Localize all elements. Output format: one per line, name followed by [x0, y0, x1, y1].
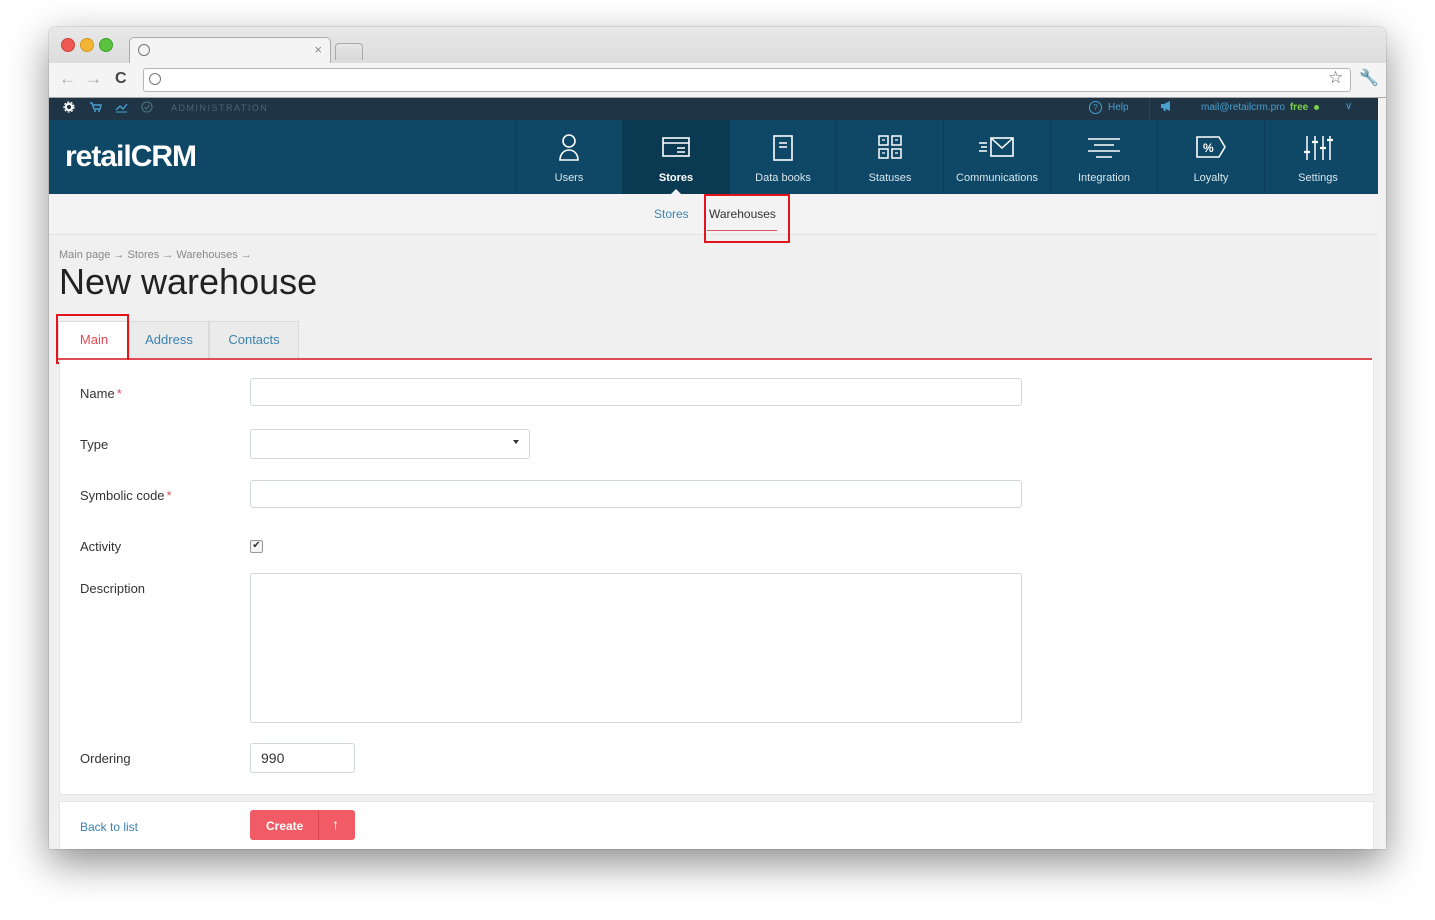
nav-label: Statuses [868, 172, 912, 184]
help-label: Help [1108, 102, 1129, 113]
forward-arrow-icon[interactable]: → [85, 69, 102, 89]
admin-bar: ADMINISTRATION ? Help mail@retailcrm.pro … [49, 98, 1378, 120]
integration-icon [1088, 138, 1120, 158]
create-button-label: Create [266, 819, 304, 833]
chevron-down-icon[interactable]: ∨ [1345, 101, 1352, 112]
account-email: mail@retailcrm.pro [1201, 102, 1286, 113]
nav-label: Integration [1078, 172, 1130, 184]
nav-item-loyalty[interactable]: % Loyalty [1157, 120, 1264, 194]
nav-label: Loyalty [1193, 172, 1229, 184]
user-account[interactable]: mail@retailcrm.pro free [1201, 102, 1320, 113]
store-icon [662, 137, 690, 157]
tab-contacts[interactable]: Contacts [209, 321, 299, 359]
name-input[interactable] [250, 378, 1022, 406]
name-label: Name * [80, 386, 122, 401]
user-icon [559, 134, 579, 161]
databook-icon [773, 135, 793, 161]
arrow-up-icon[interactable]: ↑ [332, 816, 339, 832]
cart-icon[interactable] [89, 101, 102, 113]
settings-icon [1304, 136, 1333, 160]
nav-item-statuses[interactable]: Statuses [836, 120, 943, 194]
ordering-input[interactable] [250, 743, 355, 773]
page-title: New warehouse [59, 261, 318, 302]
statuses-icon [878, 135, 902, 159]
retailcrm-app: ADMINISTRATION ? Help mail@retailcrm.pro … [49, 98, 1378, 849]
analytics-icon[interactable] [115, 101, 128, 113]
nav-item-settings[interactable]: Settings [1264, 120, 1371, 194]
minimize-window-button[interactable] [80, 38, 94, 52]
button-divider [318, 810, 319, 840]
plan-badge: free [1289, 102, 1309, 113]
help-link[interactable]: ? Help [1089, 101, 1129, 114]
back-to-list-link[interactable]: Back to list [80, 820, 138, 834]
globe-icon [138, 44, 150, 56]
divider [1149, 98, 1150, 120]
loyalty-icon: % [1196, 136, 1226, 158]
administration-label: ADMINISTRATION [171, 103, 269, 113]
nav-label: Data books [755, 172, 811, 184]
type-select[interactable] [250, 429, 530, 459]
nav-label: Settings [1298, 172, 1338, 184]
description-label: Description [80, 581, 146, 596]
type-label: Type [80, 437, 109, 452]
communications-icon [979, 137, 1014, 157]
breadcrumb[interactable]: Main page → Stores → Warehouses → [59, 249, 252, 261]
nav-item-communications[interactable]: Communications [943, 120, 1050, 194]
globe-icon [149, 73, 161, 85]
ordering-label: Ordering [80, 751, 131, 766]
back-arrow-icon[interactable]: ← [59, 69, 76, 89]
browser-toolbar: ← → C ☆ 🔧 [49, 63, 1386, 97]
help-icon: ? [1089, 101, 1102, 114]
activity-label: Activity [80, 539, 122, 554]
svg-text:%: % [1203, 141, 1214, 155]
wrench-icon[interactable]: 🔧 [1359, 68, 1379, 88]
highlight-main-tab-box [56, 314, 129, 364]
gear-icon[interactable] [63, 101, 75, 113]
main-navigation: retailCRM Users Stores Data books Status… [49, 120, 1378, 194]
nav-item-stores[interactable]: Stores [622, 120, 729, 194]
reload-icon[interactable]: C [115, 70, 127, 88]
browser-tab[interactable]: × [129, 37, 331, 64]
new-tab-button[interactable] [335, 43, 363, 60]
tasks-icon[interactable] [141, 101, 153, 113]
required-mark: * [166, 488, 172, 503]
megaphone-icon[interactable] [1160, 100, 1174, 112]
form-footer: Back to list Create ↑ [59, 801, 1374, 849]
subnav-stores-link[interactable]: Stores [654, 207, 689, 221]
nav-label: Communications [956, 172, 1038, 184]
description-textarea[interactable] [250, 573, 1022, 723]
nav-label: Stores [658, 172, 694, 184]
tab-close-icon[interactable]: × [314, 43, 322, 57]
address-bar[interactable] [143, 68, 1351, 92]
browser-chrome: × ← → C ☆ 🔧 [49, 27, 1386, 98]
required-mark: * [116, 386, 122, 401]
nav-item-integration[interactable]: Integration [1050, 120, 1157, 194]
star-icon[interactable]: ☆ [1328, 68, 1343, 88]
symbolic-code-label: Symbolic code * [80, 488, 172, 503]
symbolic-code-label-text: Symbolic code [80, 488, 165, 503]
symbolic-code-input[interactable] [250, 480, 1022, 508]
close-window-button[interactable] [61, 38, 75, 52]
tab-address[interactable]: Address [129, 321, 209, 359]
retailcrm-logo[interactable]: retailCRM [65, 140, 197, 174]
nav-label: Users [554, 172, 584, 184]
create-button[interactable]: Create ↑ [250, 810, 355, 840]
nav-item-users[interactable]: Users [515, 120, 622, 194]
nav-item-data-books[interactable]: Data books [729, 120, 836, 194]
maximize-window-button[interactable] [99, 38, 113, 52]
form-panel: Name * Type Symbolic code * Activity ✔ Des… [59, 360, 1374, 795]
browser-window: × ← → C ☆ 🔧 ADMINISTRATION ? Help mail@re… [49, 27, 1386, 849]
highlight-warehouses-box [704, 194, 790, 243]
name-label-text: Name [80, 386, 115, 401]
online-status-dot [1314, 104, 1320, 110]
caret-down-icon [513, 440, 519, 444]
activity-checkbox[interactable]: ✔ [250, 540, 263, 553]
